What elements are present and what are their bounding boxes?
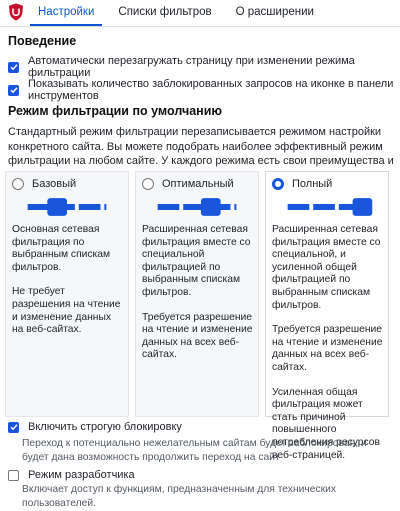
tab-bar: Настройки Списки фильтров О расширении <box>0 0 400 27</box>
badge-count-checkbox[interactable] <box>8 84 19 96</box>
tab-about[interactable]: О расширении <box>228 0 322 26</box>
badge-count-label: Показывать количество заблокированных за… <box>28 78 394 102</box>
filtering-mode-cards: Базовый Основная сетевая фильтрация по в… <box>5 171 389 461</box>
checkmark-icon <box>9 64 18 71</box>
strict-blocking-checkbox[interactable] <box>8 421 19 433</box>
mode-complete-desc-1: Расширенная сетевая фильтрация вместе со… <box>272 224 381 311</box>
mode-optimal-desc-1: Расширенная сетевая фильтрация вместе со… <box>142 224 251 298</box>
mode-card-complete[interactable]: Полный Расширенная сетевая фильтрация вм… <box>265 171 389 461</box>
mode-card-optimal[interactable]: Оптимальный Расширенная сетевая фильтрац… <box>135 171 259 417</box>
mode-basic-radio[interactable] <box>12 178 24 190</box>
mode-card-basic[interactable]: Базовый Основная сетевая фильтрация по в… <box>5 171 129 417</box>
mode-complete-name: Полный <box>292 178 333 190</box>
auto-reload-checkbox[interactable] <box>8 61 19 73</box>
developer-mode-note: Включает доступ к функциям, предназначен… <box>22 484 337 509</box>
mode-optimal-radio[interactable] <box>142 178 154 190</box>
mode-complete-desc-2: Требуется разрешение на чтение и изменен… <box>272 324 383 373</box>
mode-basic-desc-1: Основная сетевая фильтрация по выбранным… <box>12 224 111 273</box>
developer-mode-option[interactable]: Режим разработчика <box>8 469 135 481</box>
mode-optimal-name: Оптимальный <box>162 178 234 190</box>
strict-blocking-note: Переход к потенциально нежелательным сай… <box>22 438 367 463</box>
mode-optimal-desc-2: Требуется разрешение на чтение и изменен… <box>142 311 253 361</box>
checkmark-icon <box>9 87 18 94</box>
mode-complete-radio[interactable] <box>272 178 284 190</box>
mode-optimal-level-slider <box>157 198 237 216</box>
developer-mode-label: Режим разработчика <box>28 469 135 481</box>
strict-blocking-option[interactable]: Включить строгую блокировку <box>8 421 182 433</box>
checkmark-icon <box>9 424 18 431</box>
strict-blocking-label: Включить строгую блокировку <box>28 421 182 433</box>
auto-reload-option[interactable]: Автоматически перезагружать страницу при… <box>8 55 400 79</box>
auto-reload-label: Автоматически перезагружать страницу при… <box>28 55 355 79</box>
badge-count-option[interactable]: Показывать количество заблокированных за… <box>8 78 400 102</box>
tab-settings[interactable]: Настройки <box>30 0 103 26</box>
behavior-heading: Поведение <box>8 34 77 48</box>
ublock-shield-icon <box>9 3 23 21</box>
mode-basic-level-slider <box>27 198 107 216</box>
mode-basic-desc-2: Не требует разрешения на чтение и измене… <box>12 286 121 336</box>
tab-filter-lists[interactable]: Списки фильтров <box>110 0 219 26</box>
mode-complete-level-slider <box>287 198 373 216</box>
developer-mode-checkbox[interactable] <box>8 469 19 481</box>
filtering-mode-heading: Режим фильтрации по умолчанию <box>8 104 223 118</box>
mode-basic-name: Базовый <box>32 178 77 190</box>
